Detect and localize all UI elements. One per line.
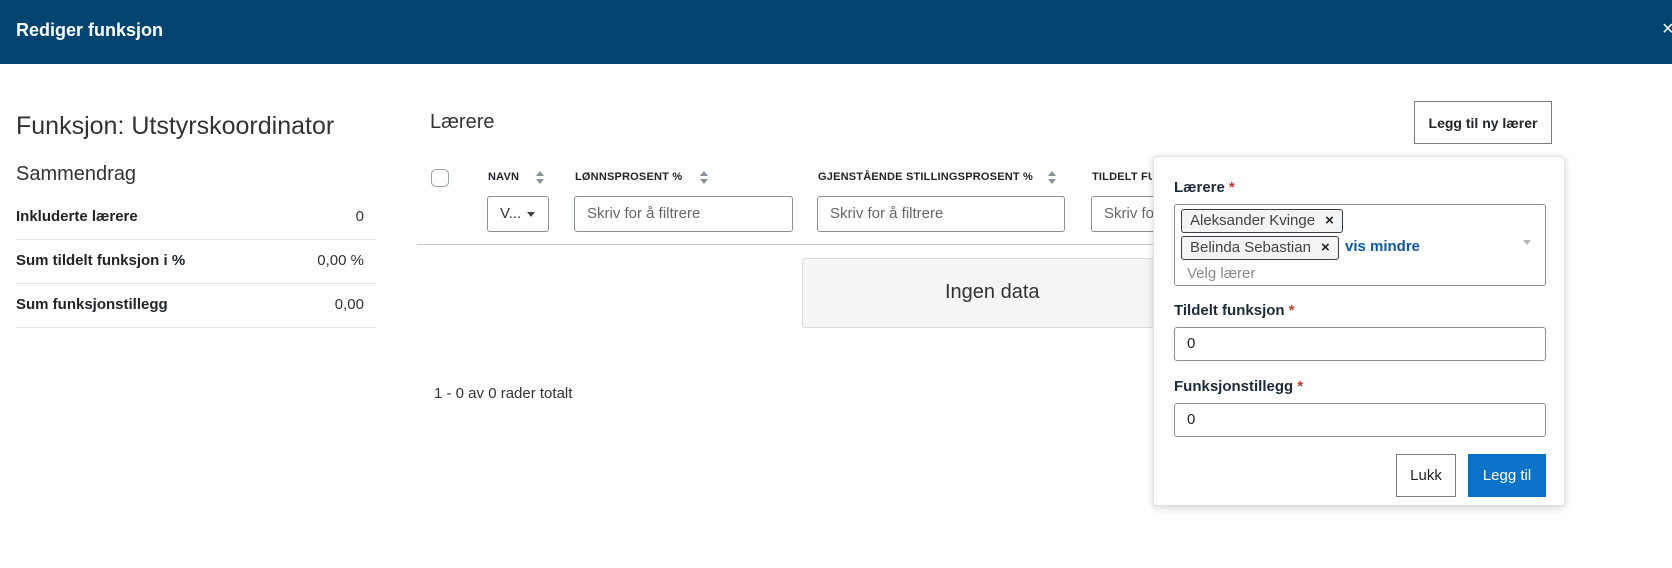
function-allowance-label: Funksjonstillegg * xyxy=(1174,378,1303,395)
summary-row-sum-assigned: Sum tildelt funksjon i % 0,00 % xyxy=(16,240,376,284)
name-filter-select[interactable]: V... xyxy=(487,196,549,232)
summary-title: Sammendrag xyxy=(16,163,137,185)
select-all-checkbox[interactable] xyxy=(431,169,449,187)
function-allowance-input[interactable]: 0 xyxy=(1174,403,1546,437)
required-marker: * xyxy=(1228,179,1235,196)
label-text: Funksjonstillegg xyxy=(1174,378,1294,395)
assigned-filter-input[interactable]: Skriv fo xyxy=(1091,196,1161,232)
column-header-remaining-position[interactable]: GJENSTÅENDE STILLINGSPROSENT % xyxy=(818,171,1033,183)
label-text: Lærere xyxy=(1174,179,1225,196)
show-less-link[interactable]: vis mindre xyxy=(1345,238,1420,255)
assigned-function-label: Tildelt funksjon * xyxy=(1174,302,1294,319)
required-marker: * xyxy=(1288,302,1295,319)
close-icon[interactable]: × xyxy=(1662,18,1672,41)
add-new-teacher-button[interactable]: Legg til ny lærer xyxy=(1414,101,1552,144)
add-teacher-popover: Lærere * Aleksander Kvinge × Belinda Sebas… xyxy=(1153,156,1565,506)
table-divider xyxy=(417,244,1157,245)
summary-value: 0,00 % xyxy=(317,252,364,269)
chevron-down-icon[interactable] xyxy=(1523,240,1531,245)
function-title: Funksjon: Utstyrskoordinator xyxy=(16,112,335,140)
summary-label: Sum funksjonstillegg xyxy=(16,296,168,313)
sort-icon[interactable] xyxy=(700,171,708,185)
sort-icon[interactable] xyxy=(1048,171,1056,185)
add-button[interactable]: Legg til xyxy=(1468,454,1546,497)
summary-label: Sum tildelt funksjon i % xyxy=(16,252,186,269)
teacher-multiselect[interactable]: Aleksander Kvinge × Belinda Sebastian × vi… xyxy=(1174,204,1546,286)
chevron-down-icon xyxy=(527,212,535,217)
summary-value: 0 xyxy=(355,208,364,225)
rows-total-text: 1 - 0 av 0 rader totalt xyxy=(434,385,573,402)
name-filter-value: V... xyxy=(500,205,522,222)
modal-title: Rediger funksjon xyxy=(16,20,164,40)
close-button[interactable]: Lukk xyxy=(1396,454,1456,497)
remove-chip-icon[interactable]: × xyxy=(1325,212,1334,229)
column-header-assigned[interactable]: TILDELT FU xyxy=(1092,171,1152,183)
chip-label: Aleksander Kvinge xyxy=(1190,212,1316,229)
summary-value: 0,00 xyxy=(334,296,364,313)
chip-label: Belinda Sebastian xyxy=(1190,239,1311,256)
label-text: Tildelt funksjon xyxy=(1174,302,1285,319)
sort-icon[interactable] xyxy=(536,171,544,185)
teachers-field-label: Lærere * xyxy=(1174,179,1235,196)
assigned-function-input[interactable]: 0 xyxy=(1174,327,1546,361)
summary-label: Inkluderte lærere xyxy=(16,208,138,225)
column-header-name[interactable]: NAVN xyxy=(488,171,519,183)
remaining-filter-input[interactable]: Skriv for å filtrere xyxy=(817,196,1065,232)
teacher-chip: Aleksander Kvinge × xyxy=(1181,209,1343,233)
select-teacher-placeholder[interactable]: Velg lærer xyxy=(1187,265,1255,282)
required-marker: * xyxy=(1297,378,1304,395)
modal-header: Rediger funksjon × xyxy=(0,0,1672,64)
summary-row-included-teachers: Inkluderte lærere 0 xyxy=(16,196,376,240)
summary-row-sum-allowance: Sum funksjonstillegg 0,00 xyxy=(16,284,376,328)
teacher-chip: Belinda Sebastian × xyxy=(1181,236,1339,260)
salary-filter-input[interactable]: Skriv for å filtrere xyxy=(574,196,793,232)
teachers-section-title: Lærere xyxy=(430,111,495,133)
remove-chip-icon[interactable]: × xyxy=(1321,239,1330,256)
no-data-message: Ingen data xyxy=(802,258,1162,328)
column-header-salary-percent[interactable]: LØNNSPROSENT % xyxy=(575,171,682,183)
